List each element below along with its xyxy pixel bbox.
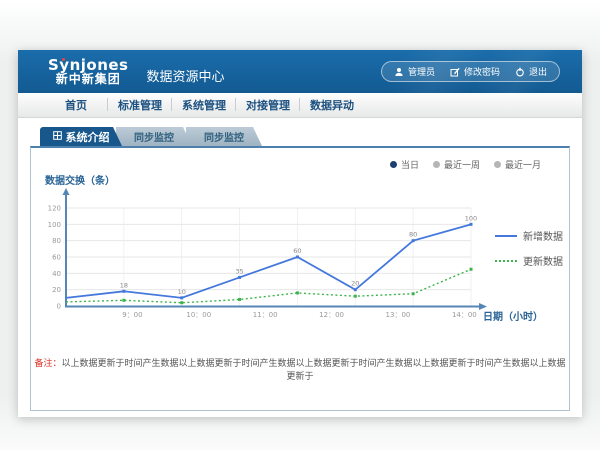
radio-dot-icon xyxy=(433,161,440,168)
footnote: 备注：以上数据更新于时间产生数据以上数据更新于时间产生数据以上数据更新于时间产生… xyxy=(31,356,569,382)
data-point xyxy=(296,291,299,294)
range-radio-label: 最近一周 xyxy=(444,158,480,171)
footnote-label: 备注： xyxy=(34,359,61,369)
data-point xyxy=(354,295,357,298)
logo-red-dot-icon xyxy=(62,58,65,61)
svg-text:12：00: 12：00 xyxy=(319,311,344,319)
svg-text:18: 18 xyxy=(120,281,128,289)
tab-1[interactable]: 同步监控 xyxy=(116,127,192,146)
svg-text:11：00: 11：00 xyxy=(253,311,278,319)
nav-item-4[interactable]: 数据异动 xyxy=(300,97,364,113)
svg-text:0: 0 xyxy=(57,303,61,311)
radio-dot-icon xyxy=(390,161,397,168)
logout-button[interactable]: 退出 xyxy=(515,65,547,78)
tab-label: 系统介绍 xyxy=(66,129,110,145)
time-range-radio-group: 当日 最近一周 最近一月 xyxy=(390,158,541,171)
data-point xyxy=(470,268,473,271)
y-axis-title: 数据交换（条） xyxy=(45,172,115,187)
chart-panel: 当日 最近一周 最近一月 数据交换（条） 0 20 40 60 80 100 120 9：00 10… xyxy=(30,146,570,411)
page-title: 数据资源中心 xyxy=(147,66,225,85)
tab-label: 同步监控 xyxy=(134,129,174,144)
x-axis-title: 日期（小时） xyxy=(483,308,543,323)
nav-item-1[interactable]: 标准管理 xyxy=(108,97,172,113)
svg-text:60: 60 xyxy=(52,254,61,262)
legend-swatch-icon xyxy=(495,260,517,262)
svg-text:20: 20 xyxy=(52,286,61,294)
edit-icon xyxy=(450,67,460,77)
user-icon xyxy=(394,67,404,77)
svg-text:60: 60 xyxy=(293,247,301,255)
legend-swatch-icon xyxy=(495,235,517,237)
svg-text:80: 80 xyxy=(409,231,417,239)
svg-text:120: 120 xyxy=(48,205,61,213)
legend-item-0: 新增数据 xyxy=(495,228,563,243)
company-logo: Synjones 新中新集团 xyxy=(48,57,129,87)
data-point xyxy=(296,256,299,259)
range-radio-1[interactable]: 最近一周 xyxy=(433,158,480,171)
document-icon xyxy=(53,130,62,143)
footnote-text: 以上数据更新于时间产生数据以上数据更新于时间产生数据以上数据更新于时间产生数据以… xyxy=(62,359,566,382)
svg-text:10: 10 xyxy=(178,288,186,296)
power-icon xyxy=(515,67,525,77)
svg-text:9：00: 9：00 xyxy=(122,311,142,319)
svg-text:80: 80 xyxy=(52,237,61,245)
nav-item-3[interactable]: 对接管理 xyxy=(236,97,300,113)
tab-2[interactable]: 同步监控 xyxy=(186,127,262,146)
line-chart: 0 20 40 60 80 100 120 9：00 10：00 11：00 12：00 13：00 1… xyxy=(41,186,501,331)
user-menu-admin[interactable]: 管理员 xyxy=(394,65,435,78)
change-password-button[interactable]: 修改密码 xyxy=(450,65,500,78)
data-point xyxy=(122,299,125,302)
svg-text:100: 100 xyxy=(465,214,477,222)
app-window: Synjones 新中新集团 数据资源中心 管理员 修改密码 退出 首页标准管理… xyxy=(18,50,582,417)
tab-label: 同步监控 xyxy=(204,129,244,144)
x-axis-ticks: 9：00 10：00 11：00 12：00 13：00 14：00 xyxy=(122,311,477,319)
data-point xyxy=(122,290,125,293)
data-point xyxy=(412,292,415,295)
nav-item-0[interactable]: 首页 xyxy=(44,97,108,113)
chart-legend: 新增数据更新数据 xyxy=(495,228,563,268)
logo-text-cn: 新中新集团 xyxy=(48,73,129,86)
data-point xyxy=(180,296,183,299)
svg-text:14：00: 14：00 xyxy=(452,311,477,319)
nav-item-2[interactable]: 系统管理 xyxy=(172,97,236,113)
legend-item-1: 更新数据 xyxy=(495,253,563,268)
user-menu: 管理员 修改密码 退出 xyxy=(381,61,560,82)
data-point xyxy=(412,239,415,242)
svg-text:10：00: 10：00 xyxy=(186,311,211,319)
data-point xyxy=(238,276,241,279)
svg-text:100: 100 xyxy=(48,221,61,229)
tab-0[interactable]: 系统介绍 xyxy=(40,127,122,146)
range-radio-0[interactable]: 当日 xyxy=(390,158,419,171)
logout-label: 退出 xyxy=(529,65,547,78)
svg-text:13：00: 13：00 xyxy=(386,311,411,319)
logo-text-en: Synjones xyxy=(48,57,129,74)
header: Synjones 新中新集团 数据资源中心 管理员 修改密码 退出 xyxy=(18,50,582,93)
svg-text:40: 40 xyxy=(52,270,61,278)
svg-text:35: 35 xyxy=(235,267,243,275)
svg-text:20: 20 xyxy=(351,280,359,288)
data-point xyxy=(238,298,241,301)
data-point xyxy=(180,301,183,304)
legend-label: 更新数据 xyxy=(523,253,563,268)
data-point xyxy=(354,288,357,291)
user-menu-admin-label: 管理员 xyxy=(408,65,435,78)
legend-label: 新增数据 xyxy=(523,228,563,243)
range-radio-2[interactable]: 最近一月 xyxy=(494,158,541,171)
change-password-label: 修改密码 xyxy=(464,65,500,78)
range-radio-label: 最近一月 xyxy=(505,158,541,171)
y-axis-ticks: 0 20 40 60 80 100 120 xyxy=(48,205,61,311)
data-point xyxy=(470,223,473,226)
radio-dot-icon xyxy=(494,161,501,168)
main-nav: 首页标准管理系统管理对接管理数据异动 xyxy=(18,93,582,118)
range-radio-label: 当日 xyxy=(401,158,419,171)
tab-bar: 系统介绍 同步监控 同步监控 xyxy=(40,127,262,146)
